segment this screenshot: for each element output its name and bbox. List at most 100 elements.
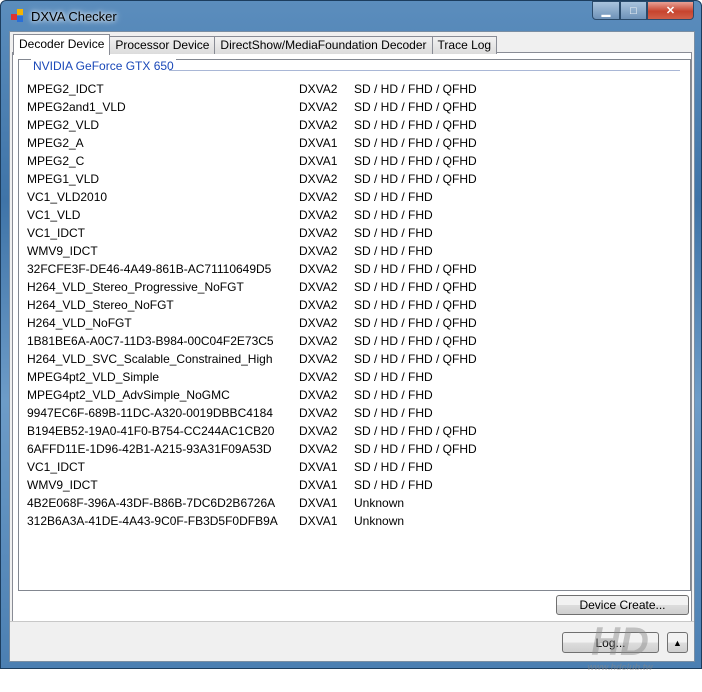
resolutions: SD / HD / FHD / QFHD (354, 424, 477, 438)
dxva-version: DXVA2 (299, 226, 338, 240)
maximize-button[interactable]: □ (620, 1, 647, 20)
decoder-name: MPEG2_IDCT (27, 82, 104, 96)
decoder-row: MPEG2_C DXVA1 SD / HD / FHD / QFHD (27, 154, 687, 172)
tab-processor-device[interactable]: Processor Device (109, 36, 216, 54)
dxva-version: DXVA2 (299, 172, 338, 186)
title-bar: DXVA Checker (11, 7, 117, 25)
window: DXVA Checker ▁ □ ✕ NVIDIA GeForce GTX 65… (0, 0, 702, 672)
decoder-name: MPEG2_C (27, 154, 85, 168)
expand-up-button[interactable]: ▲ (667, 632, 688, 653)
decoder-name: VC1_IDCT (27, 460, 86, 474)
dxva-version: DXVA2 (299, 388, 338, 402)
resolutions: SD / HD / FHD (354, 226, 433, 240)
bottom-bar: Log... ▲ (10, 621, 694, 661)
decoder-name: 4B2E068F-396A-43DF-B86B-7DC6D2B6726A (27, 496, 276, 510)
decoder-name: VC1_VLD2010 (27, 190, 108, 204)
decoder-row: H264_VLD_SVC_Scalable_Constrained_High DX… (27, 352, 687, 370)
resolutions: SD / HD / FHD / QFHD (354, 100, 477, 114)
decoder-name: MPEG2and1_VLD (27, 100, 126, 114)
decoder-row: WMV9_IDCT DXVA1 SD / HD / FHD (27, 478, 687, 496)
decoder-row: VC1_IDCT DXVA2 SD / HD / FHD (27, 226, 687, 244)
dxva-version: DXVA1 (299, 478, 338, 492)
decoder-name: WMV9_IDCT (27, 244, 98, 258)
tab-directshow-mediafoundation-decoder[interactable]: DirectShow/MediaFoundation Decoder (214, 36, 433, 54)
decoder-row: WMV9_IDCT DXVA2 SD / HD / FHD (27, 244, 687, 262)
close-button[interactable]: ✕ (647, 1, 694, 20)
decoder-name: VC1_VLD (27, 208, 81, 222)
dxva-version: DXVA2 (299, 298, 338, 312)
decoder-row: VC1_IDCT DXVA1 SD / HD / FHD (27, 460, 687, 478)
device-group: NVIDIA GeForce GTX 650 MPEG2_IDCT DXVA2 SD… (18, 59, 691, 591)
decoder-row: 6AFFD11E-1D96-42B1-A215-93A31F09A53D DXVA… (27, 442, 687, 460)
decoder-name: MPEG4pt2_VLD_AdvSimple_NoGMC (27, 388, 230, 402)
dxva-version: DXVA1 (299, 496, 338, 510)
resolutions: SD / HD / FHD (354, 388, 433, 402)
decoder-name: H264_VLD_NoFGT (27, 316, 132, 330)
dxva-version: DXVA2 (299, 424, 338, 438)
group-divider (169, 70, 680, 71)
decoder-row: MPEG2_VLD DXVA2 SD / HD / FHD / QFHD (27, 118, 687, 136)
resolutions: SD / HD / FHD (354, 208, 433, 222)
resolutions: SD / HD / FHD (354, 370, 433, 384)
decoder-row: MPEG2and1_VLD DXVA2 SD / HD / FHD / QFHD (27, 100, 687, 118)
app-icon (11, 9, 25, 23)
dxva-version: DXVA2 (299, 118, 338, 132)
dxva-version: DXVA2 (299, 262, 338, 276)
decoder-row: B194EB52-19A0-41F0-B754-CC244AC1CB20 DXVA… (27, 424, 687, 442)
decoder-row: 1B81BE6A-A0C7-11D3-B984-00C04F2E73C5 DXVA… (27, 334, 687, 352)
decoder-row: MPEG1_VLD DXVA2 SD / HD / FHD / QFHD (27, 172, 687, 190)
decoder-name: H264_VLD_Stereo_NoFGT (27, 298, 174, 312)
dxva-version: DXVA2 (299, 334, 338, 348)
dxva-version: DXVA2 (299, 352, 338, 366)
decoder-row: H264_VLD_Stereo_Progressive_NoFGT DXVA2 SD… (27, 280, 687, 298)
dxva-version: DXVA2 (299, 208, 338, 222)
dxva-version: DXVA2 (299, 316, 338, 330)
resolutions: SD / HD / FHD / QFHD (354, 172, 477, 186)
dxva-version: DXVA2 (299, 244, 338, 258)
decoder-row: VC1_VLD2010 DXVA2 SD / HD / FHD (27, 190, 687, 208)
decoder-name: MPEG1_VLD (27, 172, 100, 186)
decoder-name: MPEG2_A (27, 136, 84, 150)
decoder-name: 1B81BE6A-A0C7-11D3-B984-00C04F2E73C5 (27, 334, 274, 348)
resolutions: SD / HD / FHD / QFHD (354, 352, 477, 366)
resolutions: SD / HD / FHD / QFHD (354, 118, 477, 132)
resolutions: SD / HD / FHD / QFHD (354, 262, 477, 276)
decoder-row: 9947EC6F-689B-11DC-A320-0019DBBC4184 DXVA… (27, 406, 687, 424)
decoder-name: B194EB52-19A0-41F0-B754-CC244AC1CB20 (27, 424, 275, 438)
decoder-name: 32FCFE3F-DE46-4A49-861B-AC71110649D5 (27, 262, 272, 276)
resolutions: Unknown (354, 496, 405, 510)
decoder-name: WMV9_IDCT (27, 478, 98, 492)
dxva-version: DXVA2 (299, 82, 338, 96)
dxva-version: DXVA2 (299, 280, 338, 294)
tab-decoder-device[interactable]: Decoder Device (13, 34, 111, 55)
dxva-version: DXVA2 (299, 406, 338, 420)
decoder-row: 4B2E068F-396A-43DF-B86B-7DC6D2B6726A DXVA… (27, 496, 687, 514)
window-title: DXVA Checker (31, 8, 117, 24)
decoder-name: 312B6A3A-41DE-4A43-9C0F-FB3D5F0DFB9A (27, 514, 278, 528)
tab-trace-log[interactable]: Trace Log (431, 36, 498, 54)
dxva-version: DXVA1 (299, 514, 338, 528)
decoder-row: VC1_VLD DXVA2 SD / HD / FHD (27, 208, 687, 226)
log-button[interactable]: Log... (562, 632, 659, 653)
decoder-name: 6AFFD11E-1D96-42B1-A215-93A31F09A53D (27, 442, 272, 456)
decoder-name: H264_VLD_SVC_Scalable_Constrained_High (27, 352, 273, 366)
dxva-version: DXVA2 (299, 100, 338, 114)
decoder-name: VC1_IDCT (27, 226, 86, 240)
resolutions: SD / HD / FHD / QFHD (354, 136, 477, 150)
decoder-row: H264_VLD_Stereo_NoFGT DXVA2 SD / HD / FHD … (27, 298, 687, 316)
resolutions: SD / HD / FHD (354, 244, 433, 258)
decoder-row: MPEG2_IDCT DXVA2 SD / HD / FHD / QFHD (27, 82, 687, 100)
dxva-version: DXVA1 (299, 154, 338, 168)
minimize-button[interactable]: ▁ (592, 1, 620, 20)
resolutions: SD / HD / FHD / QFHD (354, 82, 477, 96)
device-create-button[interactable]: Device Create... (556, 595, 689, 615)
decoder-row: H264_VLD_NoFGT DXVA2 SD / HD / FHD / QFHD (27, 316, 687, 334)
decoder-row: 32FCFE3F-DE46-4A49-861B-AC71110649D5 DXVA… (27, 262, 687, 280)
resolutions: SD / HD / FHD / QFHD (354, 298, 477, 312)
dxva-version: DXVA1 (299, 460, 338, 474)
resolutions: SD / HD / FHD / QFHD (354, 442, 477, 456)
dxva-version: DXVA1 (299, 136, 338, 150)
resolutions: Unknown (354, 514, 405, 528)
resolutions: SD / HD / FHD / QFHD (354, 280, 477, 294)
decoder-name: MPEG2_VLD (27, 118, 100, 132)
